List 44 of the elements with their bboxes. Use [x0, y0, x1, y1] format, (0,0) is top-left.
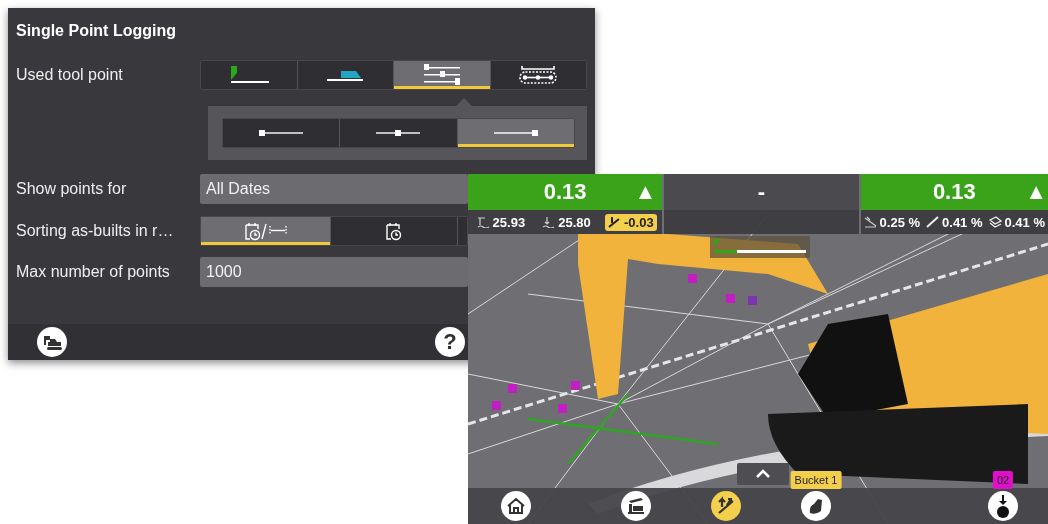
- excavator-icon[interactable]: [37, 327, 67, 357]
- dropdown-field[interactable]: All Dates: [200, 174, 468, 204]
- line-point-icon: [374, 129, 423, 137]
- elevation-icon: [542, 216, 556, 228]
- field-label: Max number of points: [16, 263, 171, 281]
- segment-button[interactable]: [201, 61, 298, 89]
- direction-arrow: ▲: [634, 179, 657, 204]
- guidance-value: 0.13: [543, 179, 587, 205]
- home-icon[interactable]: [501, 491, 531, 521]
- calendar-distance-icon: [242, 221, 289, 241]
- guidance-icon[interactable]: [711, 491, 741, 521]
- field-label: Sorting as-builts in r…: [16, 222, 175, 240]
- bucket-icon[interactable]: [801, 491, 831, 521]
- segment-button[interactable]: [223, 119, 341, 147]
- reading-value: 25.80: [558, 214, 591, 230]
- reading-value: -0.03: [624, 214, 654, 230]
- slope-icon: [926, 216, 940, 228]
- reading-value: 25.93: [492, 214, 526, 230]
- tool-tag: Bucket 1: [790, 471, 842, 489]
- calendar-clock-icon: [384, 221, 404, 241]
- help-icon[interactable]: ?: [435, 327, 465, 357]
- chevron-up-icon: [755, 469, 771, 479]
- panel-title: Single Point Logging: [15, 21, 177, 41]
- direction-arrow: ▲: [1025, 179, 1047, 204]
- line-point-icon: [491, 129, 540, 137]
- reading-value: 0.25 %: [879, 214, 921, 230]
- reading-value: 0.41 %: [1004, 214, 1045, 230]
- flag-icon: [714, 239, 720, 247]
- field-label: Used tool point: [16, 66, 124, 84]
- guidance-value: -: [757, 179, 766, 205]
- cross-slope-icon: [863, 216, 877, 228]
- blade-icon: [327, 69, 364, 81]
- elevation-icon: [476, 216, 490, 228]
- expand-button[interactable]: [737, 463, 789, 485]
- input-field[interactable]: 1000: [200, 257, 468, 287]
- slope-icon: [608, 216, 621, 228]
- field-label: Show points for: [16, 180, 128, 198]
- tool-point-icon[interactable]: [988, 491, 1018, 521]
- layers-icon: [988, 216, 1002, 228]
- tool-tag: 02: [992, 471, 1014, 489]
- guidance-value: 0.13: [932, 179, 976, 205]
- reading-value: 0.41 %: [942, 214, 983, 230]
- line-point-icon: [257, 129, 306, 137]
- machine-icon[interactable]: [621, 491, 651, 521]
